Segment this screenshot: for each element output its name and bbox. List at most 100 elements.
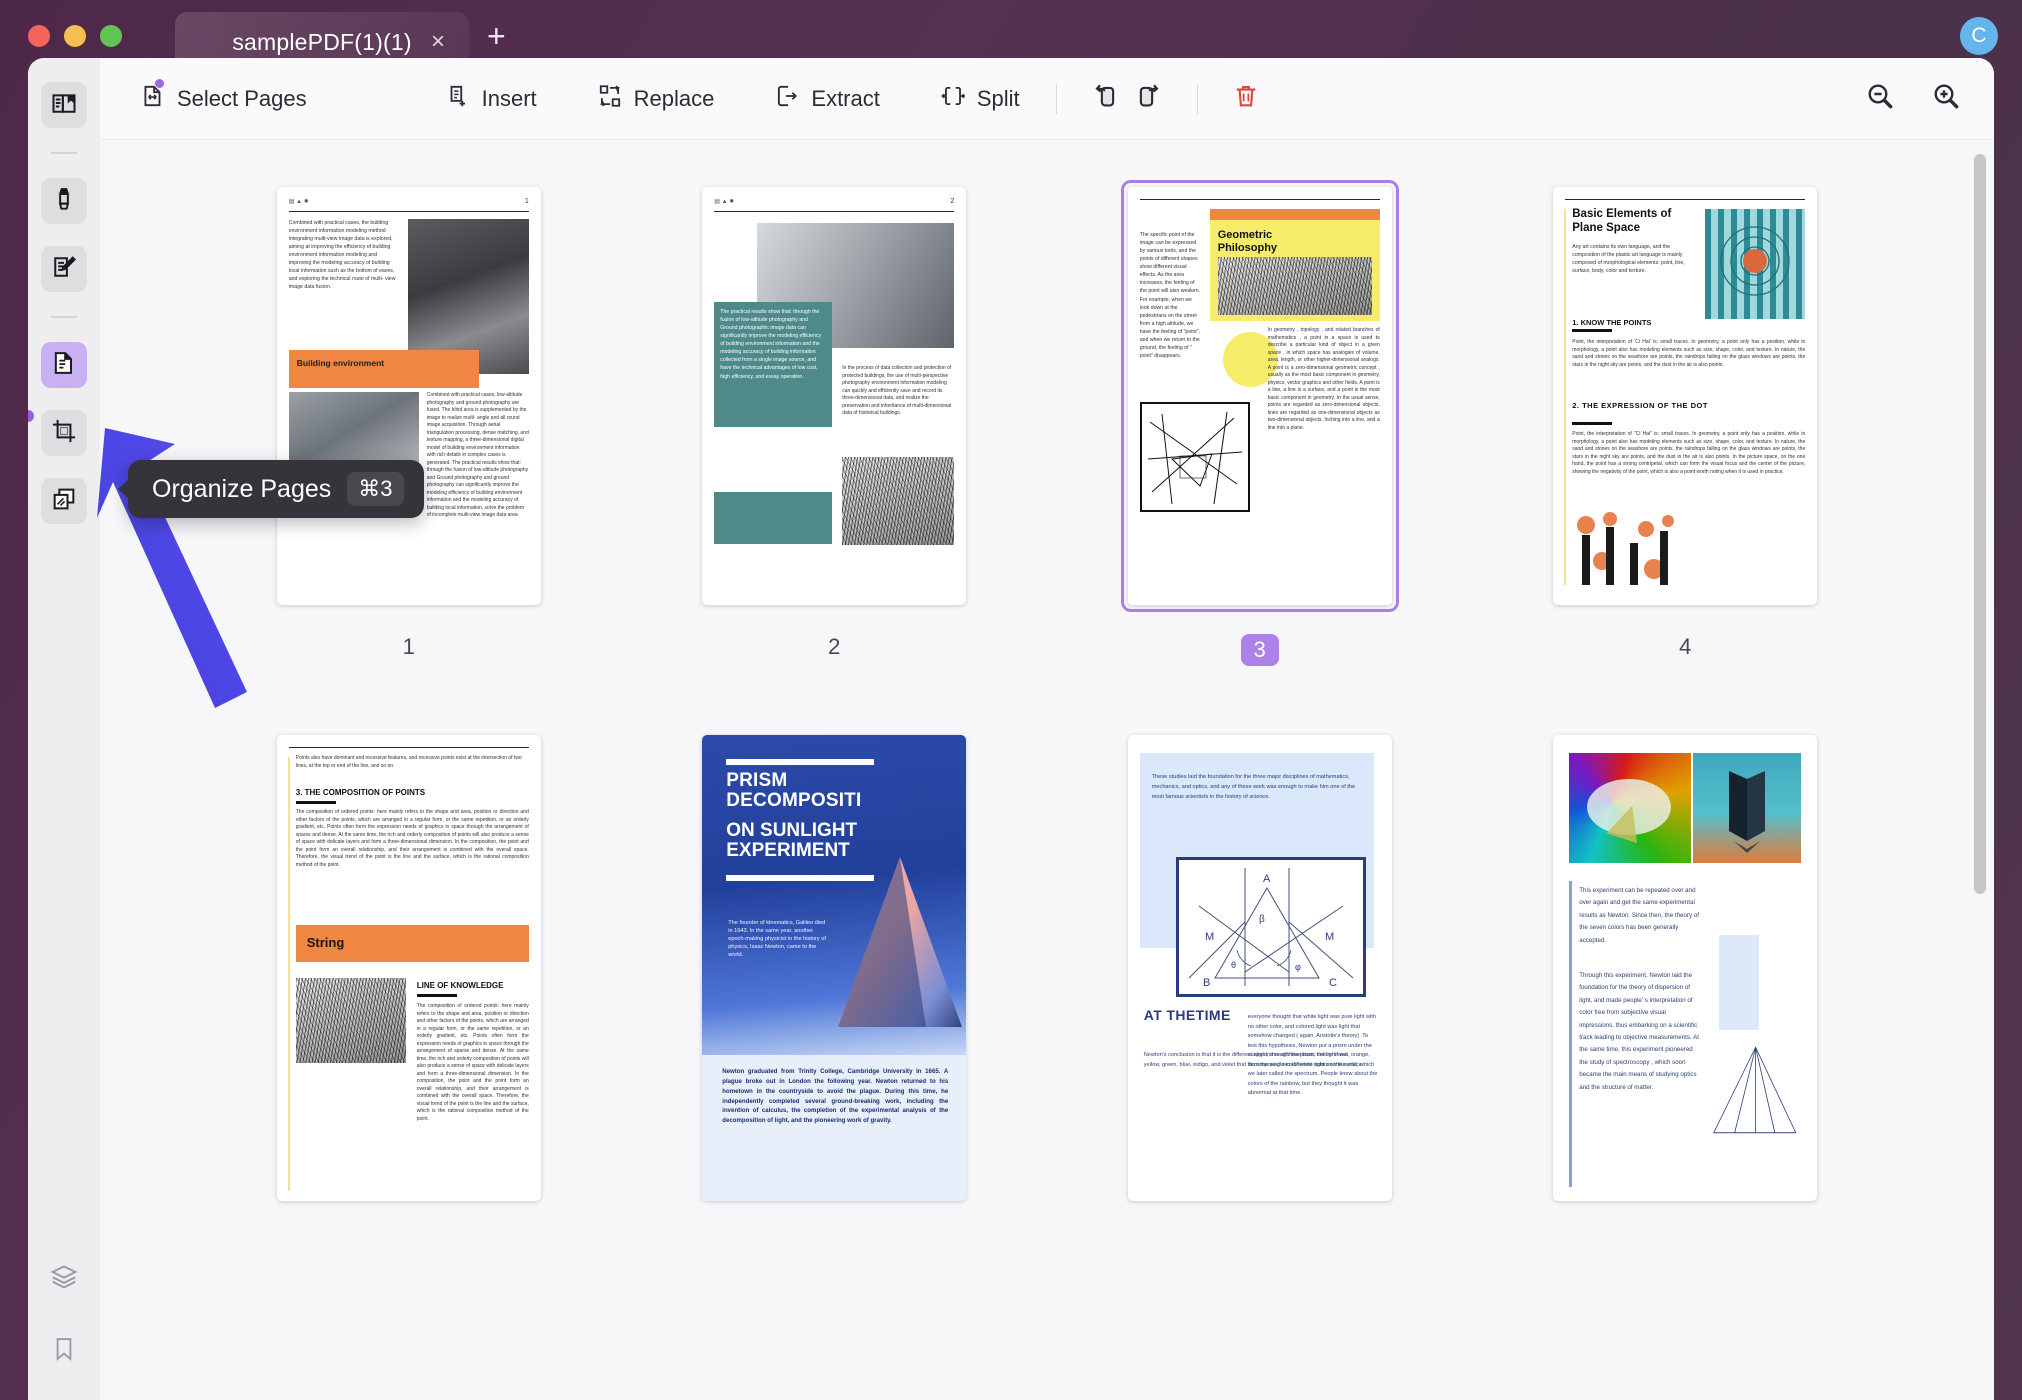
page-image	[1569, 753, 1692, 863]
split-label: Split	[976, 85, 1020, 111]
organize-toolbar: Select Pages Insert Replace Extract Spli…	[100, 58, 1994, 140]
svg-text:θ: θ	[1231, 960, 1236, 970]
sidebar-item-highlight[interactable]	[41, 178, 87, 224]
insert-button[interactable]: Insert	[435, 77, 547, 121]
page-cell[interactable]: Geometric Philosophy The specific point …	[1047, 180, 1473, 666]
delete-button[interactable]	[1224, 77, 1268, 121]
svg-text:B: B	[1203, 977, 1210, 989]
page-title-line4: EXPERIMENT	[726, 840, 850, 862]
page-image	[1217, 257, 1372, 315]
page-left-text: The specific point of the image can be e…	[1139, 232, 1201, 359]
page-number-label: 3	[1240, 634, 1279, 666]
page-footer-text: Newton graduated from Trinity College, C…	[722, 1068, 949, 1125]
page-thumbnail-8[interactable]: This experiment can be repeated over and…	[1553, 735, 1818, 1201]
page-caption: The founder of kinematics, Galileo died …	[728, 920, 826, 959]
page-intro: Any art contains its own language, and t…	[1572, 244, 1685, 275]
page-heading: 2. THE EXPRESSION OF THE DOT	[1572, 401, 1708, 410]
page-cell[interactable]: These studies laid the foundation for th…	[1047, 728, 1473, 1208]
sidebar-item-crop[interactable]	[41, 410, 87, 456]
select-pages-label: Select Pages	[177, 85, 307, 111]
page-thumbnail-3[interactable]: Geometric Philosophy The specific point …	[1127, 187, 1392, 605]
extract-button[interactable]: Extract	[764, 77, 889, 121]
layers-icon	[49, 1262, 79, 1297]
app-shell: Select Pages Insert Replace Extract Spli…	[28, 58, 1994, 1400]
zoom-in-button[interactable]	[1924, 77, 1968, 121]
svg-text:M: M	[1325, 931, 1334, 943]
page-cell[interactable]: This experiment can be repeated over and…	[1473, 728, 1899, 1208]
left-tool-rail	[28, 58, 100, 1400]
avatar[interactable]: C	[1960, 17, 1998, 55]
page-paragraph: The composition of ordered points: here …	[295, 809, 529, 868]
unread-dot-icon	[155, 78, 164, 88]
page-thumbnail-4[interactable]: Basic Elements of Plane Space Any art co…	[1553, 187, 1818, 605]
page-right-text: In the process of data collection and pr…	[842, 365, 952, 416]
document-tab-title: samplePDF(1)(1)	[232, 28, 412, 55]
svg-text:C: C	[1329, 977, 1337, 989]
page-image	[842, 457, 955, 545]
page-thumbnail-1[interactable]: ▤ ▲ ✸ 1 Combined with practical cases, t…	[276, 187, 541, 605]
zoom-out-button[interactable]	[1858, 77, 1902, 121]
page-subheading: LINE OF KNOWLEDGE	[416, 981, 504, 990]
page-cell[interactable]: Points also have dominant and recessive …	[196, 728, 622, 1208]
extract-label: Extract	[811, 85, 880, 111]
page-image	[295, 978, 406, 1063]
svg-text:β: β	[1259, 914, 1265, 925]
page-cell[interactable]: ▤ ▲ ✸ 1 Combined with practical cases, t…	[196, 180, 622, 666]
page-title-line3: ON SUNLIGHT	[726, 820, 858, 841]
replace-button[interactable]: Replace	[587, 77, 725, 121]
vertical-scrollbar[interactable]	[1974, 154, 1986, 894]
minimize-window-button[interactable]	[64, 25, 86, 47]
bookmark-icon	[50, 1335, 78, 1368]
page-thumbnail-6[interactable]: PRISM DECOMPOSITI ON SUNLIGHT EXPERIMENT…	[702, 735, 967, 1201]
page-cell[interactable]: ▤ ▲ ✸ 2 The practical results show that:…	[622, 180, 1048, 666]
page-diagram: A B C M M β θ φ	[1175, 857, 1366, 997]
select-pages-button[interactable]: Select Pages	[130, 77, 317, 121]
page-heading: AT THETIME	[1143, 1007, 1231, 1023]
page-title: Basic Elements of Plane Space	[1572, 208, 1672, 234]
page-paragraph: This experiment can be repeated over and…	[1579, 887, 1699, 944]
toolbar-divider	[1196, 83, 1198, 114]
sidebar-item-reader[interactable]	[41, 82, 87, 128]
sidebar-item-bookmarks[interactable]	[41, 1328, 87, 1374]
close-window-button[interactable]	[28, 25, 50, 47]
page-chart	[1572, 509, 1692, 591]
insert-label: Insert	[481, 85, 537, 111]
extract-icon	[774, 83, 800, 115]
page-right-text: In geometry , topology , and related bra…	[1267, 327, 1380, 431]
sidebar-item-organize-pages[interactable]	[41, 342, 87, 388]
page-thumbnail-2[interactable]: ▤ ▲ ✸ 2 The practical results show that:…	[702, 187, 967, 605]
page-thumbnail-7[interactable]: These studies laid the foundation for th…	[1127, 735, 1392, 1201]
sidebar-item-annotate[interactable]	[41, 246, 87, 292]
rail-active-notch	[28, 410, 34, 422]
page-cell[interactable]: PRISM DECOMPOSITI ON SUNLIGHT EXPERIMENT…	[622, 728, 1048, 1208]
close-icon[interactable]: ×	[425, 29, 451, 55]
maximize-window-button[interactable]	[100, 25, 122, 47]
svg-text:φ: φ	[1295, 962, 1301, 972]
rotate-right-button[interactable]	[1127, 77, 1171, 121]
page-thumbnail-scroll-area[interactable]: ▤ ▲ ✸ 1 Combined with practical cases, t…	[100, 140, 1994, 1400]
page-header-marks: ▤ ▲ ✸	[288, 198, 309, 205]
sidebar-item-layers[interactable]	[41, 1256, 87, 1302]
organize-pages-tooltip: Organize Pages ⌘3	[128, 460, 424, 518]
replace-icon	[597, 83, 623, 115]
crop-icon	[50, 417, 78, 450]
tooltip-shortcut: ⌘3	[347, 472, 404, 506]
page-heading: 3. THE COMPOSITION OF POINTS	[295, 788, 426, 797]
replace-label: Replace	[633, 85, 715, 111]
page-diagram	[1139, 402, 1250, 512]
page-printed-number: 1	[524, 198, 529, 205]
split-button[interactable]: Split	[930, 77, 1030, 121]
split-icon	[940, 83, 966, 115]
page-cell[interactable]: Basic Elements of Plane Space Any art co…	[1473, 180, 1899, 666]
svg-text:A: A	[1263, 873, 1271, 885]
page-banner: String	[295, 925, 529, 962]
zoom-out-icon	[1864, 80, 1896, 117]
page-color-block	[714, 492, 833, 544]
rail-divider	[51, 152, 77, 154]
new-tab-icon[interactable]: +	[487, 20, 506, 52]
page-thumbnail-grid: ▤ ▲ ✸ 1 Combined with practical cases, t…	[100, 180, 1994, 1208]
sidebar-item-compare[interactable]	[41, 478, 87, 524]
rotate-left-icon	[1090, 81, 1120, 116]
page-thumbnail-5[interactable]: Points also have dominant and recessive …	[276, 735, 541, 1201]
rotate-left-button[interactable]	[1083, 77, 1127, 121]
